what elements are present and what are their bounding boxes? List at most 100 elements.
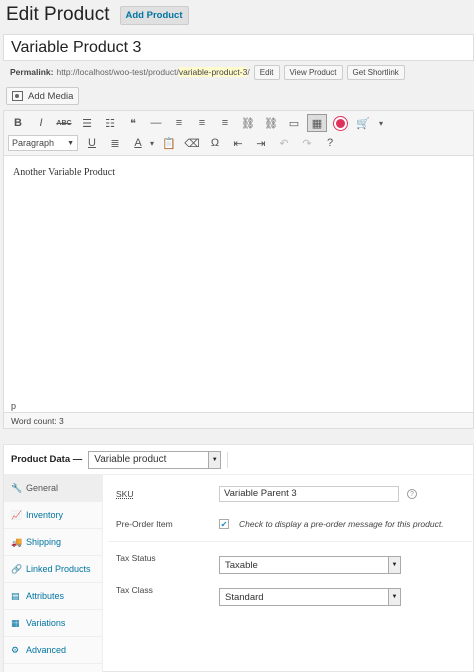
underline-icon[interactable]: U: [82, 134, 102, 152]
permalink-base: http://localhost/woo-test/product/: [56, 67, 179, 77]
header-divider: [227, 451, 229, 468]
tab-variations[interactable]: ▦ Variations: [4, 610, 102, 637]
add-media-button[interactable]: Add Media: [6, 87, 80, 105]
truck-icon: 🚚: [11, 536, 23, 547]
page-header: Edit Product Add Product: [6, 2, 189, 28]
editor-content[interactable]: Another Variable Product: [13, 167, 115, 178]
outdent-icon[interactable]: ⇤: [228, 134, 248, 152]
cart-icon[interactable]: 🛒: [353, 114, 373, 132]
tab-advanced[interactable]: ⚙ Advanced: [4, 637, 102, 664]
align-left-icon[interactable]: ≡: [169, 114, 189, 132]
tab-general[interactable]: 🔧 General: [4, 475, 102, 502]
tab-label: General: [26, 483, 59, 493]
edit-permalink-button[interactable]: Edit: [253, 64, 280, 80]
tax-status-select[interactable]: Taxable ▼: [219, 556, 401, 574]
permalink-label: Permalink:: [10, 67, 54, 77]
product-data-label: Product Data —: [11, 454, 83, 465]
product-data-header: Product Data — Variable product ▼: [4, 445, 473, 475]
tax-status-value: Taxable: [225, 559, 258, 571]
gear-icon: ⚙: [11, 644, 20, 655]
italic-icon[interactable]: I: [31, 114, 51, 132]
tab-label: Inventory: [26, 510, 64, 520]
product-type-value: Variable product: [94, 454, 167, 465]
numbered-list-icon[interactable]: ☷: [100, 114, 120, 132]
tab-linked-products[interactable]: 🔗 Linked Products: [4, 556, 102, 583]
view-product-button[interactable]: View Product: [283, 64, 343, 80]
format-select[interactable]: Paragraph ▼: [8, 135, 78, 151]
toolbar-row-2: Paragraph ▼ U ≣ A ▾ 📋 ⌫ Ω ⇤ ⇥ ↶ ↷?: [8, 133, 469, 153]
post-title-input[interactable]: Variable Product 3: [3, 34, 474, 61]
preorder-row: Pre-Order Item ✔ Check to display a pre-…: [108, 515, 474, 533]
undo-icon[interactable]: ↶: [274, 134, 294, 152]
align-center-icon[interactable]: ≡: [192, 114, 212, 132]
tab-label: Shipping: [26, 537, 62, 547]
link-icon: 🔗: [11, 563, 23, 574]
tab-label: Advanced: [26, 645, 67, 655]
tax-status-row: Tax Status Taxable ▼: [108, 552, 474, 574]
clear-formatting-icon[interactable]: ⌫: [182, 134, 202, 152]
preorder-label: Pre-Order Item: [116, 519, 173, 529]
word-count: Word count: 3: [3, 412, 474, 429]
tab-attributes[interactable]: ▤ Attributes: [4, 583, 102, 610]
bullet-list-icon[interactable]: ☰: [77, 114, 97, 132]
tab-inventory[interactable]: 📈 Inventory: [4, 502, 102, 529]
sku-label: SKU: [116, 489, 134, 499]
get-shortlink-button[interactable]: Get Shortlink: [346, 64, 405, 80]
add-media-label: Add Media: [28, 90, 74, 102]
blockquote-icon[interactable]: ❝: [123, 114, 143, 132]
tax-status-label: Tax Status: [116, 553, 156, 563]
format-select-value: Paragraph: [12, 138, 55, 148]
link-icon[interactable]: ⛓: [238, 114, 258, 132]
help-icon[interactable]: ?: [320, 134, 340, 152]
target-icon[interactable]: [330, 114, 350, 132]
chart-icon: 📈: [11, 509, 23, 520]
grid-icon: ▦: [11, 617, 20, 628]
preorder-checkbox[interactable]: ✔: [219, 519, 229, 529]
unlink-icon[interactable]: ⛓: [261, 114, 281, 132]
align-right-icon[interactable]: ≡: [215, 114, 235, 132]
sku-input[interactable]: Variable Parent 3: [219, 486, 399, 502]
editor-path: p: [11, 401, 17, 411]
bold-icon[interactable]: B: [8, 114, 28, 132]
dropdown-arrow-icon[interactable]: ▾: [376, 114, 386, 132]
text-color-icon[interactable]: A: [128, 134, 148, 152]
special-character-icon[interactable]: Ω: [205, 134, 225, 152]
media-icon: [12, 91, 23, 101]
strikethrough-icon[interactable]: ABC: [54, 114, 74, 132]
chevron-down-icon: ▼: [388, 589, 400, 605]
chevron-down-icon: ▼: [67, 139, 74, 147]
product-data-tabs: 🔧 General 📈 Inventory 🚚 Shipping 🔗 Linked Produ…: [4, 475, 103, 672]
permalink-trail: /: [247, 67, 250, 77]
tax-class-select[interactable]: Standard ▼: [219, 588, 401, 606]
permalink-bar: Permalink: http://localhost/woo-test/pro…: [10, 63, 405, 81]
tax-class-row: Tax Class Standard ▼: [108, 585, 474, 606]
preorder-description: Check to display a pre-order message for…: [239, 519, 444, 529]
divider: [108, 541, 474, 542]
wrench-icon: 🔧: [11, 482, 23, 493]
permalink-slug[interactable]: variable-product-3: [178, 67, 248, 77]
redo-icon[interactable]: ↷: [297, 134, 317, 152]
justify-icon[interactable]: ≣: [105, 134, 125, 152]
sku-row: SKU Variable Parent 3 ?: [108, 485, 474, 503]
add-product-button[interactable]: Add Product: [119, 5, 189, 25]
read-more-icon[interactable]: ▭: [284, 114, 304, 132]
tab-label: Variations: [26, 618, 66, 628]
product-data-box: Product Data — Variable product ▼ 🔧 Gener…: [3, 444, 474, 672]
text-color-arrow-icon[interactable]: ▾: [148, 134, 156, 152]
toolbar-row-1: B I ABC ☰ ☷ ❝ — ≡ ≡ ≡ ⛓ ⛓ ▭ ▦ 🛒 ▾: [8, 113, 469, 133]
paste-text-icon[interactable]: 📋: [159, 134, 179, 152]
tab-label: Linked Products: [26, 564, 91, 574]
product-type-select[interactable]: Variable product ▼: [88, 450, 222, 469]
horizontal-rule-icon[interactable]: —: [146, 114, 166, 132]
chevron-down-icon: ▼: [388, 557, 400, 573]
chevron-down-icon: ▼: [208, 451, 221, 468]
toolbar-toggle-icon[interactable]: ▦: [307, 114, 327, 132]
tab-label: Attributes: [26, 591, 65, 601]
tab-shipping[interactable]: 🚚 Shipping: [4, 529, 102, 556]
page-title: Edit Product: [6, 4, 110, 25]
indent-icon[interactable]: ⇥: [251, 134, 271, 152]
tax-class-label: Tax Class: [116, 585, 153, 595]
content-editor: B I ABC ☰ ☷ ❝ — ≡ ≡ ≡ ⛓ ⛓ ▭ ▦ 🛒 ▾ Paragraph ▼ U ≣ A ▾ 📋 ⌫ Ω ⇤ ⇥…: [3, 110, 474, 429]
list-icon: ▤: [11, 590, 20, 601]
help-icon[interactable]: ?: [407, 489, 417, 499]
